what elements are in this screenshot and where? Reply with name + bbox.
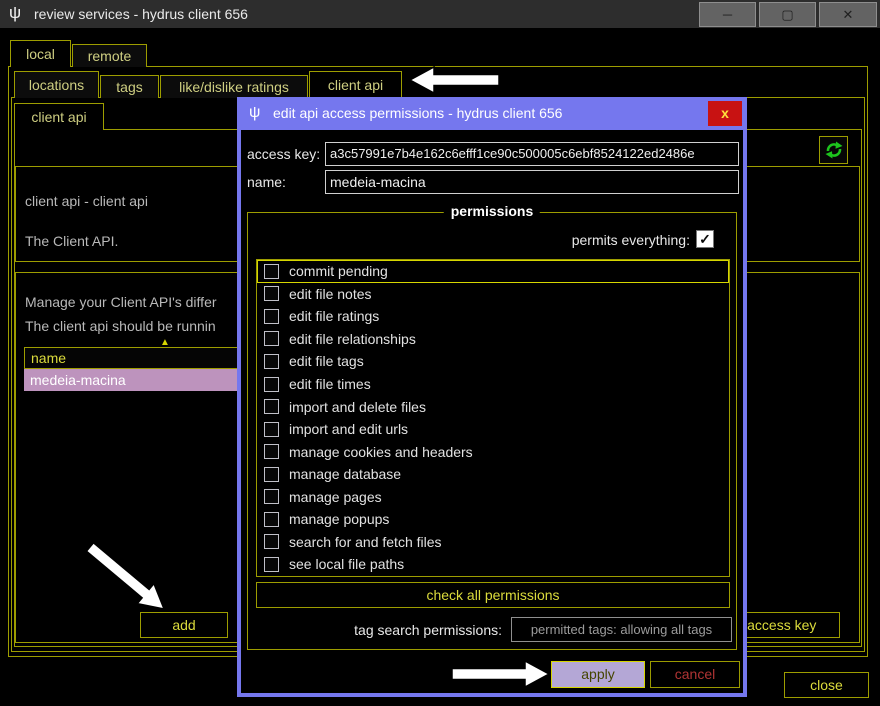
permission-item[interactable]: manage popups (257, 508, 729, 531)
permission-label: edit file ratings (289, 308, 379, 324)
checkbox-icon[interactable] (264, 354, 279, 369)
checkbox-icon[interactable] (264, 512, 279, 527)
checkbox-icon[interactable] (264, 489, 279, 504)
permission-item[interactable]: edit file ratings (257, 305, 729, 328)
tag-search-permissions-button[interactable]: permitted tags: allowing all tags (511, 617, 732, 642)
sort-ascending-icon: ▲ (160, 337, 170, 348)
permissions-group-title: permissions (444, 203, 540, 219)
tab-client-api-service[interactable]: client api (14, 103, 104, 130)
permission-label: import and edit urls (289, 421, 408, 437)
tab-client-api[interactable]: client api (309, 71, 402, 98)
permission-label: import and delete files (289, 399, 426, 415)
permission-label: manage database (289, 466, 401, 482)
permissions-list: commit pending edit file notes edit file… (256, 259, 730, 577)
cancel-button[interactable]: cancel (650, 661, 740, 688)
permission-item[interactable]: commit pending (257, 260, 729, 283)
permits-everything-label: permits everything: (572, 232, 690, 248)
permission-item[interactable]: edit file tags (257, 350, 729, 373)
permission-item[interactable]: manage database (257, 463, 729, 486)
tab-local[interactable]: local (10, 40, 71, 67)
permission-label: edit file relationships (289, 331, 416, 347)
close-dialog-main-button[interactable]: close (784, 672, 869, 698)
name-input[interactable]: medeia-macina (325, 170, 739, 194)
check-all-permissions-button[interactable]: check all permissions (256, 582, 730, 608)
refresh-icon (824, 140, 844, 160)
permission-label: search for and fetch files (289, 534, 442, 550)
checkbox-icon[interactable] (264, 264, 279, 279)
permission-item[interactable]: search for and fetch files (257, 531, 729, 554)
service-description-text: The Client API. (25, 233, 118, 249)
apply-button[interactable]: apply (551, 661, 645, 688)
dialog-close-button[interactable]: x (708, 101, 742, 126)
permission-item[interactable]: import and edit urls (257, 418, 729, 441)
tab-tags[interactable]: tags (100, 75, 159, 98)
checkbox-icon[interactable] (264, 331, 279, 346)
window-title: review services - hydrus client 656 (34, 6, 248, 22)
minimize-button[interactable]: ─ (699, 2, 756, 27)
permission-label: manage cookies and headers (289, 444, 473, 460)
add-button[interactable]: add (140, 612, 228, 638)
access-key-label: access key: (247, 146, 320, 162)
tab-remote[interactable]: remote (72, 44, 147, 67)
refresh-button[interactable] (819, 136, 848, 164)
permission-label: edit file tags (289, 353, 364, 369)
tag-search-permissions-label: tag search permissions: (354, 622, 502, 638)
main-titlebar: ψ review services - hydrus client 656 ─ … (0, 0, 880, 28)
close-window-button[interactable]: ✕ (819, 2, 877, 27)
manage-info-text-2: The client api should be runnin (25, 318, 216, 334)
edit-api-permissions-dialog: ψ edit api access permissions - hydrus c… (237, 97, 747, 697)
hydrus-dialog-icon: ψ (249, 104, 260, 122)
dialog-title: edit api access permissions - hydrus cli… (273, 105, 562, 121)
checkbox-icon[interactable] (264, 286, 279, 301)
permission-item[interactable]: see local file paths (257, 553, 729, 576)
checkbox-icon[interactable] (264, 377, 279, 392)
tab-like-dislike-ratings[interactable]: like/dislike ratings (160, 75, 308, 98)
checkbox-icon[interactable] (264, 399, 279, 414)
permission-label: commit pending (289, 263, 388, 279)
permission-item[interactable]: edit file notes (257, 283, 729, 306)
permission-item[interactable]: edit file relationships (257, 328, 729, 351)
permissions-groupbox: permissions permits everything: ✓ commit… (247, 212, 737, 650)
maximize-button[interactable]: ▢ (759, 2, 816, 27)
permission-label: manage popups (289, 511, 389, 527)
permission-label: see local file paths (289, 556, 404, 572)
checkbox-icon[interactable] (264, 444, 279, 459)
hydrus-app-icon: ψ (9, 3, 21, 23)
permission-label: manage pages (289, 489, 382, 505)
permission-item[interactable]: manage pages (257, 485, 729, 508)
permission-label: edit file times (289, 376, 371, 392)
permission-item[interactable]: manage cookies and headers (257, 440, 729, 463)
access-key-input[interactable]: a3c57991e7b4e162c6efff1ce90c500005c6ebf8… (325, 142, 739, 166)
checkbox-icon[interactable] (264, 309, 279, 324)
manage-info-text-1: Manage your Client API's differ (25, 294, 217, 310)
permission-label: edit file notes (289, 286, 372, 302)
service-title-text: client api - client api (25, 193, 148, 209)
dialog-content: access key: a3c57991e7b4e162c6efff1ce90c… (241, 130, 743, 693)
checkbox-icon[interactable] (264, 467, 279, 482)
permission-item[interactable]: import and delete files (257, 395, 729, 418)
name-label: name: (247, 174, 286, 190)
tab-locations[interactable]: locations (14, 71, 99, 98)
permission-item[interactable]: edit file times (257, 373, 729, 396)
dialog-titlebar: ψ edit api access permissions - hydrus c… (241, 97, 743, 130)
checkbox-icon[interactable] (264, 422, 279, 437)
checkbox-icon[interactable] (264, 557, 279, 572)
checkbox-icon[interactable] (264, 534, 279, 549)
permits-everything-checkbox[interactable]: ✓ (696, 230, 714, 248)
